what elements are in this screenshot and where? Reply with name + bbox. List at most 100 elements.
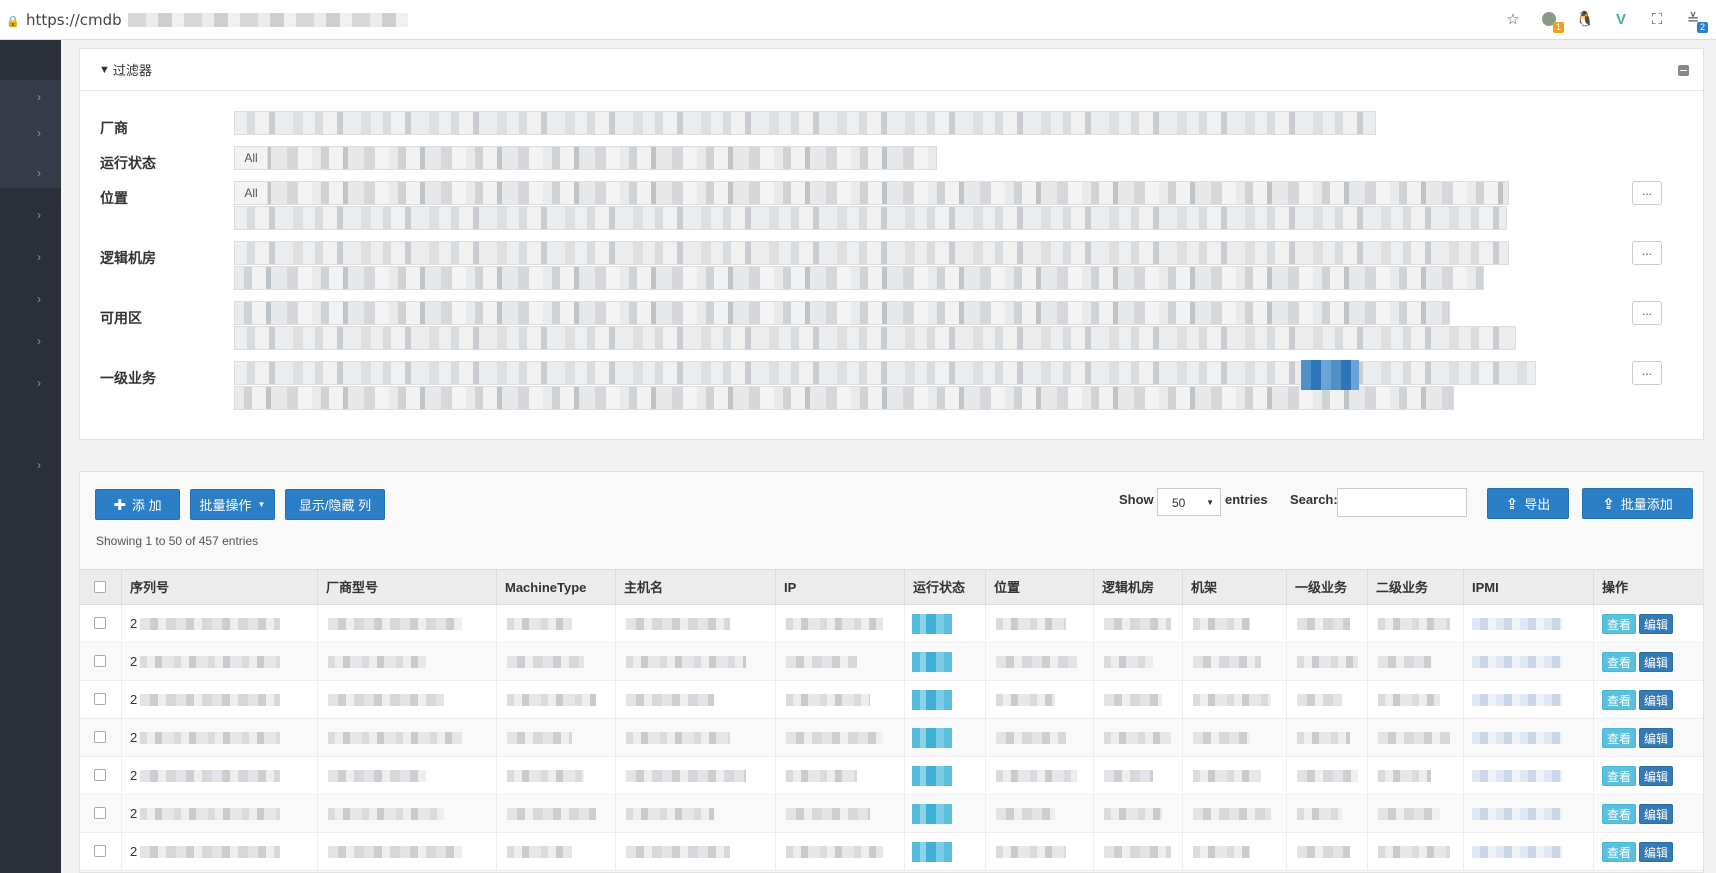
sidebar-chevron-icon[interactable]: › [37, 458, 41, 472]
biz1-selected-chip[interactable] [1301, 360, 1359, 390]
page-size-select[interactable]: 50 ▼ [1157, 488, 1221, 516]
table-cell [1094, 643, 1183, 681]
col-biz2[interactable]: 二级业务 [1368, 570, 1464, 606]
batch-ops-button[interactable]: 批量操作 ▼ [190, 489, 275, 520]
col-logic-room[interactable]: 逻辑机房 [1094, 570, 1183, 606]
view-button[interactable]: 查看 [1602, 766, 1636, 786]
col-machine-type[interactable]: MachineType [497, 570, 616, 606]
export-button[interactable]: ⇪ 导出 [1487, 488, 1569, 519]
view-button[interactable]: 查看 [1602, 690, 1636, 710]
col-status[interactable]: 运行状态 [905, 570, 986, 606]
row-checkbox[interactable] [94, 617, 106, 629]
zone-chips[interactable] [234, 301, 1450, 325]
row-checkbox[interactable] [94, 693, 106, 705]
sidebar-chevron-icon[interactable]: › [37, 250, 41, 264]
edit-button[interactable]: 编辑 [1639, 842, 1673, 862]
edit-button[interactable]: 编辑 [1639, 728, 1673, 748]
row-checkbox[interactable] [94, 807, 106, 819]
col-rack[interactable]: 机架 [1183, 570, 1287, 606]
search-input[interactable] [1337, 488, 1467, 517]
edit-button[interactable]: 编辑 [1639, 690, 1673, 710]
ipmi-link[interactable] [1472, 618, 1562, 630]
sidebar-chevron-icon[interactable]: › [37, 334, 41, 348]
url-text[interactable]: https://cmdb [26, 11, 122, 29]
sidebar-chevron-icon[interactable]: › [37, 166, 41, 180]
col-biz1[interactable]: 一级业务 [1287, 570, 1368, 606]
table-cell [1464, 643, 1594, 681]
ipmi-link[interactable] [1472, 770, 1562, 782]
table-cell: 查看 编辑 [1594, 605, 1703, 643]
view-button[interactable]: 查看 [1602, 728, 1636, 748]
location-chips-row2[interactable] [234, 206, 1507, 230]
menu-icon[interactable]: ≚ 2 [1684, 10, 1708, 33]
table-cell [776, 643, 905, 681]
edit-button[interactable]: 编辑 [1639, 766, 1673, 786]
vendor-chips[interactable] [234, 111, 1376, 135]
select-all-checkbox[interactable] [94, 581, 106, 593]
row-checkbox[interactable] [94, 655, 106, 667]
col-location[interactable]: 位置 [986, 570, 1094, 606]
redacted-value [507, 770, 584, 782]
location-more-button[interactable]: ... [1632, 181, 1662, 205]
sidebar-chevron-icon[interactable]: › [37, 90, 41, 104]
view-button[interactable]: 查看 [1602, 804, 1636, 824]
collapse-icon[interactable] [1678, 65, 1689, 76]
sidebar-chevron-icon[interactable]: › [37, 208, 41, 222]
sidebar-chevron-icon[interactable]: › [37, 126, 41, 140]
edit-button[interactable]: 编辑 [1639, 652, 1673, 672]
redacted-value [1193, 732, 1250, 744]
view-button[interactable]: 查看 [1602, 842, 1636, 862]
show-label: Show [1119, 492, 1154, 507]
ipmi-link[interactable] [1472, 846, 1562, 858]
col-vendor-model[interactable]: 厂商型号 [318, 570, 497, 606]
add-button[interactable]: ✚ 添 加 [95, 489, 180, 520]
table-cell [1094, 681, 1183, 719]
col-ipmi[interactable]: IPMI [1464, 570, 1594, 606]
status-badge [912, 614, 952, 634]
edit-button[interactable]: 编辑 [1639, 804, 1673, 824]
status-chips[interactable]: All [234, 146, 937, 170]
status-all-chip[interactable]: All [235, 147, 268, 169]
view-button[interactable]: 查看 [1602, 652, 1636, 672]
row-checkbox[interactable] [94, 731, 106, 743]
ipmi-link[interactable] [1472, 656, 1562, 668]
redacted-value [786, 770, 857, 782]
redacted-value [328, 656, 426, 668]
biz1-chips-row2[interactable] [234, 386, 1454, 410]
edit-button[interactable]: 编辑 [1639, 614, 1673, 634]
zone-more-button[interactable]: ... [1632, 301, 1662, 325]
logic-room-chips-row2[interactable] [234, 266, 1484, 290]
penguin-icon[interactable]: 🐧 [1576, 10, 1595, 28]
sidebar-chevron-icon[interactable]: › [37, 292, 41, 306]
redacted-value [1378, 846, 1450, 858]
filter-label-logic-room: 逻辑机房 [100, 250, 156, 266]
vue-icon[interactable]: V [1612, 10, 1630, 28]
crop-icon[interactable]: ⛶ [1648, 10, 1666, 28]
logic-room-more-button[interactable]: ... [1632, 241, 1662, 265]
ipmi-link[interactable] [1472, 732, 1562, 744]
logic-room-chips[interactable] [234, 241, 1509, 265]
batch-add-button[interactable]: ⇪ 批量添加 [1582, 488, 1693, 519]
location-all-chip[interactable]: All [235, 182, 268, 204]
biz1-more-button[interactable]: ... [1632, 361, 1662, 385]
table-row: 2 查看 编辑 [80, 681, 1703, 719]
menu-badge: 2 [1696, 22, 1708, 33]
row-checkbox[interactable] [94, 845, 106, 857]
sidebar-chevron-icon[interactable]: › [37, 376, 41, 390]
table-cell: 2 [122, 681, 318, 719]
col-hostname[interactable]: 主机名 [616, 570, 776, 606]
ipmi-link[interactable] [1472, 694, 1562, 706]
row-checkbox[interactable] [94, 769, 106, 781]
star-icon[interactable]: ☆ [1504, 10, 1522, 28]
toggle-columns-button[interactable]: 显示/隐藏 列 [285, 489, 385, 520]
col-ip[interactable]: IP [776, 570, 905, 606]
extension-icon[interactable]: 1 [1540, 10, 1564, 33]
redacted-value [1378, 618, 1450, 630]
redacted-value [1104, 770, 1153, 782]
location-chips[interactable]: All [234, 181, 1509, 205]
table-cell [905, 681, 986, 719]
col-serial[interactable]: 序列号 [122, 570, 318, 606]
zone-chips-row2[interactable] [234, 326, 1516, 350]
ipmi-link[interactable] [1472, 808, 1562, 820]
view-button[interactable]: 查看 [1602, 614, 1636, 634]
